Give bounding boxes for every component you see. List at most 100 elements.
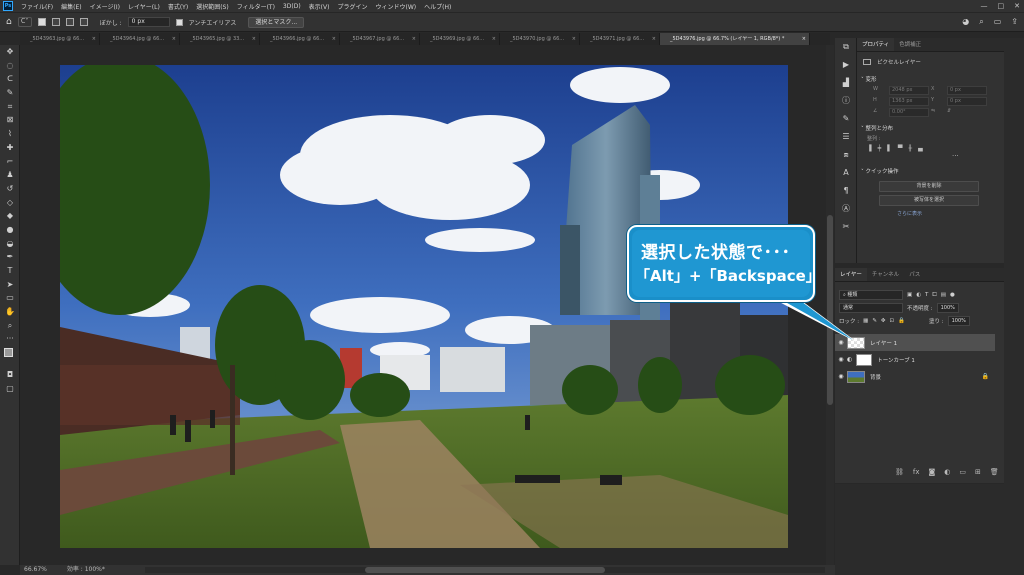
- info-icon[interactable]: ⓘ: [835, 92, 857, 110]
- lasso-tool-icon[interactable]: ᑕ: [0, 72, 20, 86]
- quick-mask-icon[interactable]: ◘: [0, 368, 20, 382]
- horizontal-scrollbar[interactable]: [145, 567, 825, 573]
- remove-background-button[interactable]: 背景を削除: [879, 181, 979, 192]
- glyphs-icon[interactable]: Ⓐ: [835, 200, 857, 218]
- layer-name[interactable]: 背景: [870, 373, 881, 381]
- clone-source-icon[interactable]: ⧈: [835, 146, 857, 164]
- align-middle-icon[interactable]: ╫: [909, 145, 913, 152]
- eyedropper-tool-icon[interactable]: ⌇: [0, 127, 20, 141]
- hand-tool-icon[interactable]: ✋: [0, 305, 20, 319]
- histogram-icon[interactable]: ▟: [835, 74, 857, 92]
- tab-properties[interactable]: プロパティ: [857, 38, 895, 51]
- close-icon[interactable]: ×: [92, 33, 96, 45]
- history-panel-icon[interactable]: ⧉: [835, 38, 857, 56]
- lock-artboard-icon[interactable]: ⊡: [890, 318, 895, 324]
- subtract-selection-icon[interactable]: [65, 18, 74, 26]
- blur-tool-icon[interactable]: ●: [0, 223, 20, 237]
- menu-help[interactable]: ヘルプ(H): [420, 2, 455, 11]
- menu-image[interactable]: イメージ(I): [86, 2, 124, 11]
- share-icon[interactable]: ◕: [962, 17, 969, 27]
- close-icon[interactable]: ×: [572, 33, 576, 45]
- layer-name[interactable]: レイヤー 1: [870, 339, 897, 347]
- close-icon[interactable]: ×: [492, 33, 496, 45]
- tab-document[interactable]: _5D43967.jpg @ 66... ×: [340, 33, 420, 45]
- marquee-tool-icon[interactable]: ◌: [0, 59, 20, 73]
- minimize-button[interactable]: —: [981, 0, 988, 12]
- zoom-tool-icon[interactable]: ⌕: [0, 319, 20, 333]
- tab-document[interactable]: _5D43964.jpg @ 66... ×: [100, 33, 180, 45]
- width-field[interactable]: 2048 px: [889, 86, 929, 95]
- type-tool-icon[interactable]: T: [0, 264, 20, 278]
- y-field[interactable]: 0 px: [947, 97, 987, 106]
- brush-tool-icon[interactable]: ⌐: [0, 155, 20, 169]
- height-field[interactable]: 1363 px: [889, 97, 929, 106]
- new-adjustment-icon[interactable]: ◐: [944, 468, 950, 476]
- tool-presets-icon[interactable]: ✂: [835, 218, 857, 236]
- select-and-mask-button[interactable]: 選択とマスク...: [248, 16, 305, 28]
- filter-adjust-icon[interactable]: ◐: [916, 292, 921, 298]
- dodge-tool-icon[interactable]: ◒: [0, 237, 20, 251]
- align-header[interactable]: 整列と分布: [866, 126, 894, 132]
- paint-bucket-icon[interactable]: ◆: [0, 209, 20, 223]
- filter-pixel-icon[interactable]: ▣: [907, 292, 912, 298]
- link-layers-icon[interactable]: ⛓: [895, 468, 904, 476]
- close-icon[interactable]: ×: [252, 33, 256, 45]
- eraser-tool-icon[interactable]: ◇: [0, 196, 20, 210]
- fx-icon[interactable]: fx: [913, 468, 920, 476]
- align-top-icon[interactable]: ▀: [898, 145, 903, 152]
- search-icon[interactable]: ⌕: [979, 17, 983, 27]
- menu-filter[interactable]: フィルター(T): [233, 2, 279, 11]
- vertical-scroll-thumb[interactable]: [827, 215, 833, 405]
- tab-document[interactable]: _5D43963.jpg @ 66... ×: [20, 33, 100, 45]
- close-icon[interactable]: ×: [802, 33, 806, 45]
- brush-panel-icon[interactable]: ✎: [835, 110, 857, 128]
- flip-v-icon[interactable]: ⇵: [947, 108, 987, 117]
- angle-field[interactable]: 0.00°: [889, 108, 929, 117]
- actions-panel-icon[interactable]: ▶: [835, 56, 857, 74]
- tab-adjustments[interactable]: 色調補正: [894, 38, 926, 51]
- blend-mode-dropdown[interactable]: 通常: [839, 303, 903, 313]
- tab-layers[interactable]: レイヤー: [835, 268, 867, 281]
- tab-document[interactable]: _5D43970.jpg @ 66... ×: [500, 33, 580, 45]
- path-select-icon[interactable]: ➤: [0, 278, 20, 292]
- frame-tool-icon[interactable]: ⊠: [0, 113, 20, 127]
- character-panel-icon[interactable]: A: [835, 164, 857, 182]
- lasso-tool-preset-icon[interactable]: ᑕ˅: [17, 17, 32, 27]
- lock-position-icon[interactable]: ✥: [881, 318, 886, 324]
- tab-document[interactable]: _5D43965.jpg @ 33... ×: [180, 33, 260, 45]
- lock-all-icon[interactable]: 🔒: [898, 318, 905, 324]
- menu-view[interactable]: 表示(V): [305, 2, 334, 11]
- filter-toggle-icon[interactable]: ●: [950, 292, 955, 298]
- shape-tool-icon[interactable]: ▭: [0, 291, 20, 305]
- layer-row-layer1[interactable]: ◉ レイヤー 1: [835, 334, 995, 351]
- fill-field[interactable]: 100%: [947, 316, 970, 326]
- tab-document[interactable]: _5D43966.jpg @ 66... ×: [260, 33, 340, 45]
- opacity-field[interactable]: 100%: [936, 303, 959, 313]
- add-selection-icon[interactable]: [51, 18, 60, 26]
- align-center-h-icon[interactable]: ╪: [878, 145, 882, 152]
- eye-icon[interactable]: ◉: [835, 339, 847, 346]
- efficiency-readout[interactable]: 効率 : 100%*: [67, 565, 105, 575]
- flip-h-icon[interactable]: ⇋: [931, 108, 945, 117]
- lock-brush-icon[interactable]: ✎: [872, 318, 877, 324]
- more-tools-icon[interactable]: ···: [0, 332, 20, 346]
- align-right-icon[interactable]: ▌: [887, 145, 892, 152]
- align-left-icon[interactable]: ▐: [867, 145, 872, 152]
- paragraph-panel-icon[interactable]: ¶: [835, 182, 857, 200]
- filter-type-icon[interactable]: T: [925, 292, 928, 298]
- tab-channels[interactable]: チャンネル: [867, 268, 904, 281]
- tab-document[interactable]: _5D43969.jpg @ 66... ×: [420, 33, 500, 45]
- vertical-scrollbar[interactable]: [826, 45, 834, 565]
- screen-mode-icon[interactable]: ▢: [0, 382, 20, 396]
- healing-brush-icon[interactable]: ✚: [0, 141, 20, 155]
- eye-icon[interactable]: ◉: [835, 373, 847, 380]
- antialias-checkbox[interactable]: [175, 18, 183, 26]
- menu-select[interactable]: 選択範囲(S): [192, 2, 233, 11]
- add-mask-icon[interactable]: ◙: [929, 468, 936, 476]
- layer-row-background[interactable]: ◉ 背景 🔒: [835, 368, 995, 385]
- quick-select-tool-icon[interactable]: ✎: [0, 86, 20, 100]
- layer-name[interactable]: トーンカーブ 1: [877, 356, 915, 364]
- workspace-icon[interactable]: ▭: [994, 17, 1002, 27]
- x-field[interactable]: 0 px: [947, 86, 987, 95]
- adjust-panel-icon[interactable]: ☰: [835, 128, 857, 146]
